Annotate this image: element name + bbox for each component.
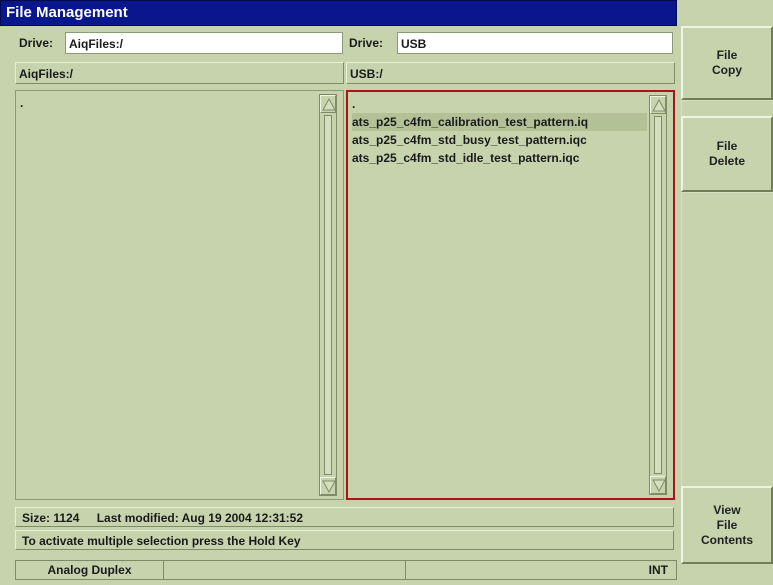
status-source: INT [648, 563, 668, 577]
left-drive-label: Drive: [19, 36, 54, 50]
right-scroll-down-button[interactable] [650, 476, 666, 494]
file-info-bar: Size: 1124 Last modified: Aug 19 2004 12… [15, 507, 674, 527]
triangle-up-icon [322, 98, 336, 111]
left-file-item[interactable]: . [20, 94, 317, 112]
status-bar: Analog Duplex INT [15, 560, 677, 580]
right-scroll-up-button[interactable] [650, 96, 666, 114]
status-mode: Analog Duplex [16, 561, 164, 579]
left-scroll-down-button[interactable] [320, 477, 336, 495]
title-bar: File Management [0, 0, 677, 26]
right-scrollbar[interactable] [649, 95, 667, 495]
right-path-display: USB:/ [346, 62, 675, 84]
status-cell-2 [164, 561, 406, 579]
softkey-spacer-1 [681, 100, 773, 116]
left-scrollbar[interactable] [319, 94, 337, 496]
right-drive-label: Drive: [349, 36, 384, 50]
file-delete-label: File Delete [708, 139, 746, 168]
triangle-down-icon [652, 479, 666, 492]
right-file-item[interactable]: ats_p25_c4fm_std_busy_test_pattern.iqc [352, 131, 647, 149]
file-copy-button[interactable]: File Copy [681, 26, 773, 100]
left-drive-row: Drive: AiqFiles:/ [15, 30, 345, 58]
left-drive-field[interactable]: AiqFiles:/ [65, 32, 343, 54]
file-copy-label: File Copy [712, 48, 742, 77]
right-scroll-track[interactable] [654, 116, 662, 474]
right-file-item[interactable]: . [352, 95, 647, 113]
left-file-list[interactable]: . [15, 90, 344, 500]
left-scroll-track[interactable] [324, 115, 332, 475]
triangle-down-icon [322, 480, 336, 493]
right-drive-field[interactable]: USB [397, 32, 673, 54]
file-delete-button[interactable]: File Delete [681, 116, 773, 192]
left-scroll-up-button[interactable] [320, 95, 336, 113]
softkey-empty-area [681, 192, 773, 486]
right-file-items: . ats_p25_c4fm_calibration_test_pattern.i… [352, 95, 647, 167]
view-file-contents-label: View File Contents [701, 502, 753, 547]
triangle-up-icon [652, 99, 666, 112]
left-path-display: AiqFiles:/ [15, 62, 344, 84]
file-modified: Last modified: Aug 19 2004 12:31:52 [96, 511, 304, 525]
file-size: Size: 1124 [22, 511, 80, 525]
right-file-item[interactable]: ats_p25_c4fm_std_idle_test_pattern.iqc [352, 149, 647, 167]
right-file-item[interactable]: ats_p25_c4fm_calibration_test_pattern.iq [352, 113, 647, 131]
window-title: File Management [6, 4, 128, 21]
hint-bar: To activate multiple selection press the… [15, 530, 674, 550]
multi-select-hint: To activate multiple selection press the… [22, 534, 301, 548]
left-file-items: . [20, 94, 317, 112]
right-file-list[interactable]: . ats_p25_c4fm_calibration_test_pattern.i… [346, 90, 675, 500]
view-file-contents-button[interactable]: View File Contents [681, 486, 773, 564]
right-drive-row: Drive: USB [345, 30, 675, 58]
